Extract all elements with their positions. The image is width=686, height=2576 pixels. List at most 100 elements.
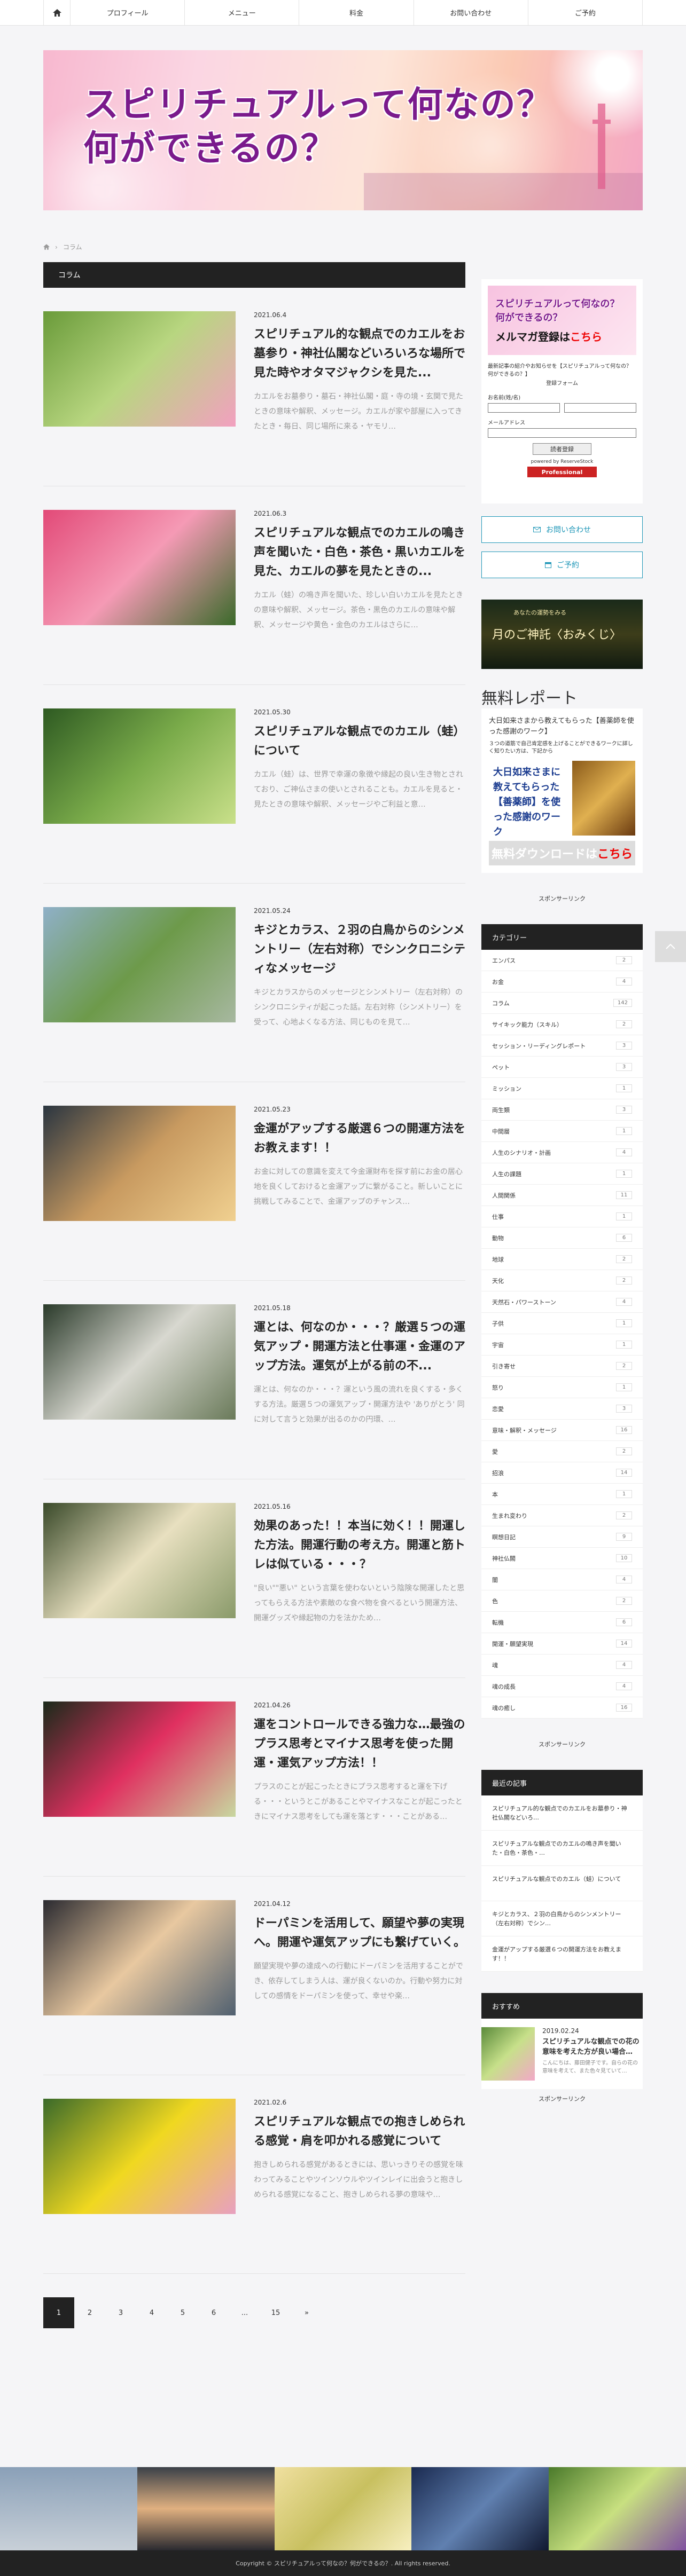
category-item[interactable]: 瞑想日記 9 bbox=[481, 1526, 643, 1548]
reservation-button[interactable]: ご予約 bbox=[481, 552, 643, 578]
category-item[interactable]: 愛2 bbox=[481, 1441, 643, 1462]
email-field[interactable] bbox=[488, 428, 636, 438]
article-title[interactable]: スピリチュアルな観点でのカエルの鳴き声を聞いた・白色・茶色・黒いカエルを見た、カ… bbox=[254, 524, 465, 581]
article-thumbnail[interactable] bbox=[43, 1701, 236, 1817]
back-to-top-button[interactable] bbox=[655, 931, 686, 962]
article-thumbnail[interactable] bbox=[43, 1106, 236, 1221]
category-item[interactable]: 魂の成長 4 bbox=[481, 1676, 643, 1697]
recommended-post-title[interactable]: スピリチュアルな観点での花の意味を考えた方が良い場合… bbox=[542, 2037, 643, 2057]
article-thumbnail[interactable] bbox=[43, 1304, 236, 1420]
free-download-button[interactable]: 無料ダウンロードは こちら bbox=[489, 841, 635, 865]
recent-post-item[interactable]: スピリチュアル的な観点でのカエルをお墓参り・神社仏閣などいろ… bbox=[481, 1795, 643, 1831]
nav-item-contact[interactable]: お問い合わせ bbox=[414, 0, 528, 25]
category-item[interactable]: 宇宙 1 bbox=[481, 1334, 643, 1356]
free-report-image[interactable]: 大日如来さまに教えてもらった【善薬師】を使った感謝のワーク bbox=[489, 761, 635, 838]
category-item[interactable]: 動物 6 bbox=[481, 1227, 643, 1249]
category-item[interactable]: 怒り 1 bbox=[481, 1377, 643, 1398]
page-link[interactable]: 5 bbox=[167, 2297, 198, 2328]
recent-post-item[interactable]: スピリチュアルな観点でのカエル（蛙）について bbox=[481, 1866, 643, 1901]
category-item[interactable]: 天化 2 bbox=[481, 1270, 643, 1291]
category-item[interactable]: 色2 bbox=[481, 1590, 643, 1612]
subscribe-button[interactable]: 読者登録 bbox=[533, 443, 591, 455]
article-thumbnail[interactable] bbox=[43, 907, 236, 1022]
recent-post-item[interactable]: 金運がアップする厳選６つの開運方法をお教えます！！ bbox=[481, 1936, 643, 1972]
category-item[interactable]: 魂の癒し 16 bbox=[481, 1697, 643, 1719]
last-name-field[interactable] bbox=[488, 403, 560, 413]
article-title[interactable]: 運をコントロールできる強力な…最強のプラス思考とマイナス思考を使った開運・運気ア… bbox=[254, 1715, 465, 1773]
page-link[interactable]: 3 bbox=[105, 2297, 136, 2328]
category-item[interactable]: 両生類 3 bbox=[481, 1099, 643, 1121]
nav-item-menu[interactable]: メニュー bbox=[185, 0, 300, 25]
category-item[interactable]: ペット 3 bbox=[481, 1057, 643, 1078]
category-item[interactable]: 招浪 14 bbox=[481, 1462, 643, 1484]
category-item[interactable]: コラム 142 bbox=[481, 992, 643, 1014]
recent-post-item[interactable]: キジとカラス、２羽の白鳥からのシンメントリー（左右対称）でシン… bbox=[481, 1901, 643, 1936]
professional-badge[interactable]: Professional bbox=[527, 467, 597, 477]
category-item[interactable]: エンパス 2 bbox=[481, 950, 643, 971]
article-item[interactable]: 2021.05.18 運とは、何なのか・・・？厳選５つの運気アップ・開運方法と仕事… bbox=[43, 1281, 465, 1479]
article-title[interactable]: 効果のあった！！本当に効く！！開運した方法。開運行動の考え方。開運と筋トレは似て… bbox=[254, 1517, 465, 1574]
article-thumbnail[interactable] bbox=[43, 510, 236, 625]
category-item[interactable]: 中間層 1 bbox=[481, 1121, 643, 1142]
article-title[interactable]: 運とは、何なのか・・・？厳選５つの運気アップ・開運方法と仕事運・金運のアップ方法… bbox=[254, 1318, 465, 1376]
category-item[interactable]: 意味・解釈・メッセージ 16 bbox=[481, 1420, 643, 1441]
home-button[interactable] bbox=[44, 0, 71, 25]
category-item[interactable]: ミッション 1 bbox=[481, 1078, 643, 1099]
recent-post-item[interactable]: スピリチュアルな観点でのカエルの鳴き声を聞いた・白色・茶色・… bbox=[481, 1831, 643, 1866]
article-item[interactable]: 2021.05.16 効果のあった！！本当に効く！！開運した方法。開運行動の考え方… bbox=[43, 1479, 465, 1678]
page-link[interactable]: 4 bbox=[136, 2297, 167, 2328]
category-item[interactable]: 地球 2 bbox=[481, 1249, 643, 1270]
first-name-field[interactable] bbox=[564, 403, 636, 413]
category-item[interactable]: お金 4 bbox=[481, 971, 643, 992]
category-item[interactable]: 生まれ変わり 2 bbox=[481, 1505, 643, 1526]
category-item[interactable]: セッション・リーディングレポート 3 bbox=[481, 1035, 643, 1057]
article-thumbnail[interactable] bbox=[43, 1503, 236, 1618]
page-link[interactable]: 15 bbox=[260, 2297, 291, 2328]
page-link[interactable]: 6 bbox=[198, 2297, 229, 2328]
category-item[interactable]: 人間関係 11 bbox=[481, 1185, 643, 1206]
category-item[interactable]: 引き寄せ 2 bbox=[481, 1356, 643, 1377]
article-item[interactable]: 2021.04.26 運をコントロールできる強力な…最強のプラス思考とマイナス思考… bbox=[43, 1678, 465, 1877]
article-item[interactable]: 2021.06.4 スピリチュアル的な観点でのカエルをお墓参り・神社仏閣などいろい… bbox=[43, 288, 465, 486]
recommended-thumbnail[interactable] bbox=[481, 2027, 535, 2081]
article-item[interactable]: 2021.05.24 キジとカラス、２羽の白鳥からのシンメントリー（左右対称）でシ… bbox=[43, 884, 465, 1082]
category-item[interactable]: 開運・願望実現 14 bbox=[481, 1633, 643, 1655]
article-title[interactable]: スピリチュアルな観点での抱きしめられる感覚・肩を叩かれる感覚について bbox=[254, 2113, 465, 2151]
category-item[interactable]: 天然石・パワーストーン 4 bbox=[481, 1291, 643, 1313]
omikuji-banner[interactable]: あなたの運勢をみる 月のご神託〈おみくじ〉 bbox=[481, 600, 643, 669]
home-icon[interactable] bbox=[43, 244, 50, 250]
recommended-post[interactable]: 2019.02.24 スピリチュアルな観点での花の意味を考えた方が良い場合… こ… bbox=[481, 2019, 643, 2089]
article-title[interactable]: キジとカラス、２羽の白鳥からのシンメントリー（左右対称）でシンクロニシティなメッ… bbox=[254, 921, 465, 979]
category-item[interactable]: 神社仏閣 10 bbox=[481, 1548, 643, 1569]
contact-button[interactable]: お問い合わせ bbox=[481, 516, 643, 543]
category-item[interactable]: 転機 6 bbox=[481, 1612, 643, 1633]
category-item[interactable]: サイキック能力（スキル） 2 bbox=[481, 1014, 643, 1035]
article-thumbnail[interactable] bbox=[43, 2099, 236, 2214]
category-item[interactable]: 人生のシナリオ・計画 4 bbox=[481, 1142, 643, 1163]
newsletter-banner[interactable]: スピリチュアルって何なの？ 何ができるの？ メルマガ登録はこちら bbox=[488, 286, 636, 355]
article-title[interactable]: 金運がアップする厳選６つの開運方法をお教えます！！ bbox=[254, 1120, 465, 1158]
article-title[interactable]: ドーパミンを活用して、願望や夢の実現へ。開運や運気アップにも繋げていく。 bbox=[254, 1914, 465, 1952]
nav-item-profile[interactable]: プロフィール bbox=[71, 0, 185, 25]
category-item[interactable]: 本1 bbox=[481, 1484, 643, 1505]
article-item[interactable]: 2021.02.6 スピリチュアルな観点での抱きしめられる感覚・肩を叩かれる感覚に… bbox=[43, 2075, 465, 2274]
article-item[interactable]: 2021.05.23 金運がアップする厳選６つの開運方法をお教えます！！ お金に対し… bbox=[43, 1082, 465, 1281]
category-item[interactable]: 魂4 bbox=[481, 1655, 643, 1676]
page-link[interactable]: » bbox=[291, 2297, 322, 2328]
article-title[interactable]: スピリチュアル的な観点でのカエルをお墓参り・神社仏閣などいろいろな場所で見た時や… bbox=[254, 325, 465, 383]
page-link[interactable]: 1 bbox=[43, 2297, 74, 2328]
nav-item-reservation[interactable]: ご予約 bbox=[528, 0, 643, 25]
nav-item-price[interactable]: 料金 bbox=[299, 0, 414, 25]
category-item[interactable]: 仕事 1 bbox=[481, 1206, 643, 1227]
article-item[interactable]: 2021.05.30 スピリチュアルな観点でのカエル（蛙）について カエル（蛙）は、… bbox=[43, 685, 465, 884]
article-title[interactable]: スピリチュアルな観点でのカエル（蛙）について bbox=[254, 722, 465, 761]
category-item[interactable]: 人生の課題 1 bbox=[481, 1163, 643, 1185]
article-item[interactable]: 2021.06.3 スピリチュアルな観点でのカエルの鳴き声を聞いた・白色・茶色・黒… bbox=[43, 486, 465, 685]
hero-banner[interactable]: スピリチュアルって何なの？ 何ができるの？ bbox=[43, 50, 643, 210]
category-item[interactable]: 闇4 bbox=[481, 1569, 643, 1590]
article-thumbnail[interactable] bbox=[43, 708, 236, 824]
category-item[interactable]: 子供 1 bbox=[481, 1313, 643, 1334]
article-item[interactable]: 2021.04.12 ドーパミンを活用して、願望や夢の実現へ。開運や運気アップにも… bbox=[43, 1877, 465, 2075]
page-link[interactable]: 2 bbox=[74, 2297, 105, 2328]
article-thumbnail[interactable] bbox=[43, 311, 236, 427]
